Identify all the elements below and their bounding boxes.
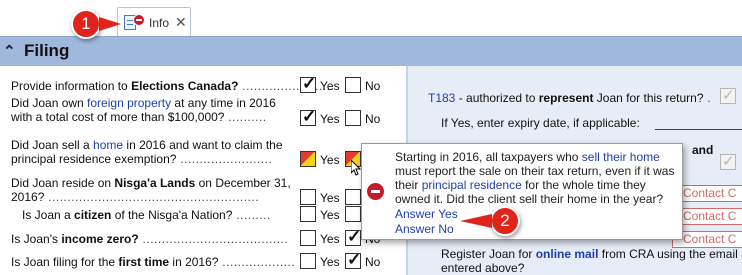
question-text: - authorized to bbox=[455, 91, 539, 105]
question-bold: citizen bbox=[74, 208, 112, 222]
question-bold: represent bbox=[538, 91, 594, 105]
leader-dots: ................... bbox=[218, 255, 296, 269]
online-mail-link[interactable]: online mail bbox=[536, 247, 599, 261]
tab-label: Info bbox=[149, 16, 170, 30]
no-checkbox[interactable] bbox=[345, 227, 361, 247]
question-text: Register Joan for bbox=[441, 247, 536, 261]
yes-label: Yes bbox=[320, 208, 340, 222]
no-checkbox[interactable] bbox=[345, 206, 361, 222]
question-online-mail: Register Joan for online mail from CRA u… bbox=[441, 247, 738, 275]
question-t183: T183 - authorized to represent Joan for … bbox=[428, 91, 711, 105]
foreign-property-link[interactable]: foreign property bbox=[87, 96, 171, 110]
yes-checkbox[interactable] bbox=[300, 206, 316, 222]
question-bold: first time bbox=[118, 255, 170, 269]
t183-checkbox[interactable] bbox=[720, 86, 736, 104]
question-text: Is Joan filing for the bbox=[11, 255, 119, 269]
close-icon[interactable]: ✕ bbox=[175, 14, 187, 31]
leader-dots: ......... bbox=[232, 208, 271, 222]
yes-checkbox[interactable] bbox=[300, 253, 316, 269]
question-text: Is Joan a bbox=[22, 208, 75, 222]
question-text: Is Joan's bbox=[11, 232, 62, 246]
no-label: No bbox=[365, 79, 381, 93]
question-text: at any time in 2016 bbox=[171, 96, 276, 110]
question-text: on December 31, bbox=[195, 176, 291, 190]
answer-no-link[interactable]: Answer No bbox=[395, 222, 454, 236]
leader-dots: .......... bbox=[224, 110, 267, 124]
question-nisgaa-citizen: Is Joan a citizen of the Nisga'a Nation?… bbox=[22, 208, 271, 222]
question-text: in 2016? bbox=[169, 255, 219, 269]
tab-info[interactable]: Info ✕ bbox=[117, 7, 191, 37]
question-text: Joan for this return? bbox=[593, 91, 704, 105]
leader-dots: ...................................... bbox=[138, 232, 289, 246]
question-bold: Nisga'a Lands bbox=[114, 176, 196, 190]
question-text: Did Joan reside on bbox=[11, 176, 115, 190]
question-text: with a total cost of more than $100,000? bbox=[11, 110, 225, 124]
popup-text: Starting in 2016, all taxpayers who bbox=[395, 150, 582, 164]
yes-checkbox[interactable] bbox=[300, 189, 316, 205]
no-label: No bbox=[365, 112, 381, 126]
leader-dots: . bbox=[703, 91, 712, 105]
question-text: from CRA using the email bbox=[598, 247, 738, 261]
warning-popup: Starting in 2016, all taxpayers who sell… bbox=[361, 143, 683, 240]
callout-badge-1: 1 bbox=[71, 9, 101, 39]
question-bold: Elections Canada? bbox=[131, 79, 239, 93]
no-checkbox[interactable] bbox=[345, 110, 361, 126]
question-text: of the Nisga'a Nation? bbox=[111, 208, 233, 222]
question-foreign-property: Did Joan own foreign property at any tim… bbox=[11, 96, 276, 124]
no-checkbox[interactable] bbox=[345, 77, 361, 93]
callout-arrow-1 bbox=[99, 17, 121, 31]
section-title: Filing bbox=[24, 41, 70, 60]
question-elections-canada: Provide information to Elections Canada?… bbox=[11, 79, 334, 93]
question-bold: income zero? bbox=[61, 232, 139, 246]
no-label: No bbox=[365, 255, 381, 269]
question-text: Did Joan sell a bbox=[11, 138, 94, 152]
expiry-date-label: If Yes, enter expiry date, if applicable… bbox=[441, 116, 640, 130]
expiry-date-input[interactable] bbox=[655, 129, 742, 130]
question-income-zero: Is Joan's income zero? .................… bbox=[11, 232, 288, 246]
home-link[interactable]: home bbox=[93, 138, 123, 152]
and-link[interactable]: and bbox=[692, 143, 713, 157]
yes-label: Yes bbox=[320, 232, 340, 246]
yes-label: Yes bbox=[320, 153, 340, 167]
error-icon bbox=[133, 14, 145, 26]
question-first-time: Is Joan filing for the first time in 201… bbox=[11, 255, 295, 269]
question-sell-home: Did Joan sell a home in 2016 and want to… bbox=[11, 138, 283, 166]
yes-label: Yes bbox=[320, 112, 340, 126]
popup-message: Starting in 2016, all taxpayers who sell… bbox=[395, 150, 681, 206]
sell-their-home-link[interactable]: sell their home bbox=[582, 150, 660, 164]
yes-checkbox[interactable] bbox=[300, 230, 316, 246]
question-text: in 2016 and want to claim the bbox=[123, 138, 283, 152]
callout-arrow-2 bbox=[460, 214, 492, 228]
callout-badge-2: 2 bbox=[490, 206, 520, 236]
leader-dots: ........................ bbox=[176, 152, 273, 166]
answer-yes-link[interactable]: Answer Yes bbox=[395, 207, 458, 221]
question-text: 2016? bbox=[11, 190, 45, 204]
collapse-chevron-icon[interactable]: ⌃ bbox=[3, 42, 16, 60]
question-text: principal residence exemption? bbox=[11, 152, 177, 166]
right-checkbox[interactable] bbox=[720, 152, 736, 170]
principal-residence-link[interactable]: principal residence bbox=[422, 178, 522, 192]
t183-link[interactable]: T183 bbox=[428, 91, 455, 105]
leader-dots: ........................................… bbox=[44, 190, 260, 204]
question-text: entered above? bbox=[441, 261, 525, 275]
mouse-cursor-icon bbox=[351, 160, 361, 176]
question-nisgaa-lands: Did Joan reside on Nisga'a Lands on Dece… bbox=[11, 176, 291, 204]
question-text: Provide information to bbox=[11, 79, 132, 93]
yes-label: Yes bbox=[320, 255, 340, 269]
yes-label: Yes bbox=[320, 191, 340, 205]
yes-checkbox-warning[interactable] bbox=[300, 151, 316, 167]
yes-label: Yes bbox=[320, 79, 340, 93]
error-icon bbox=[367, 183, 384, 200]
section-header[interactable]: ⌃ Filing bbox=[0, 36, 742, 66]
yes-checkbox[interactable] bbox=[300, 74, 316, 94]
left-pane: Provide information to Elections Canada?… bbox=[0, 66, 406, 275]
yes-checkbox[interactable] bbox=[300, 107, 316, 127]
no-checkbox[interactable] bbox=[345, 189, 361, 205]
question-text: Did Joan own bbox=[11, 96, 88, 110]
no-checkbox[interactable] bbox=[345, 250, 361, 270]
